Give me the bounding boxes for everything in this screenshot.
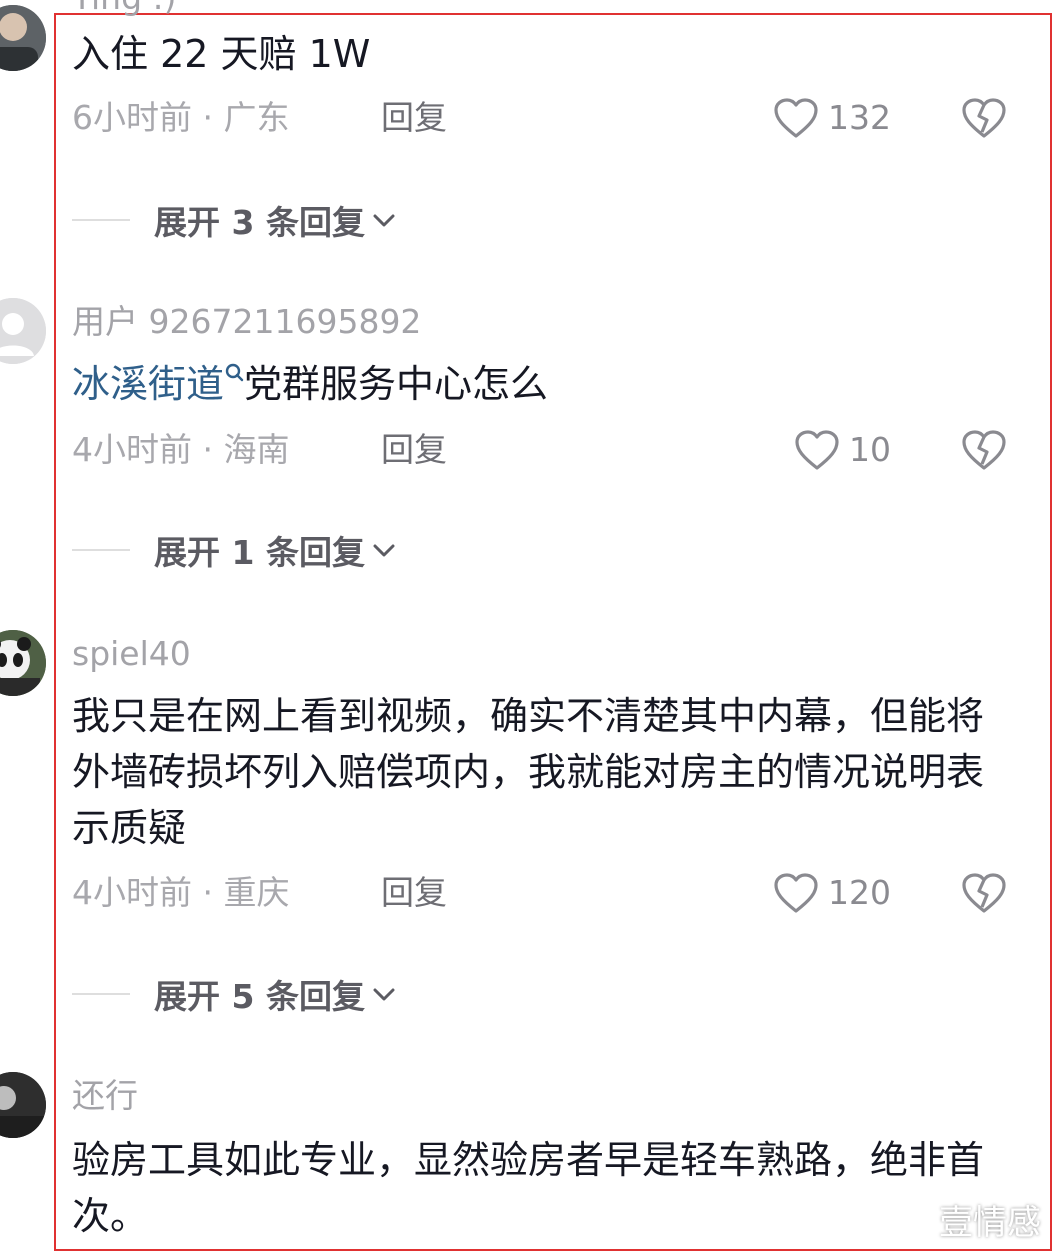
- default-avatar-icon: [0, 298, 46, 364]
- partial-username: Ying :): [72, 0, 177, 18]
- avatar[interactable]: [0, 5, 46, 71]
- expand-replies[interactable]: 展开 5 条回复: [72, 972, 399, 1016]
- broken-heart-icon[interactable]: [960, 96, 1008, 140]
- like-count: 10: [849, 430, 891, 469]
- divider: [72, 219, 130, 221]
- expand-replies-label: 展开 1 条回复: [154, 533, 365, 572]
- comment-text: 入住 22 天赔 1W: [72, 32, 371, 76]
- comment-text: 冰溪街道 党群服务中心怎么: [72, 356, 992, 412]
- reply-button[interactable]: 回复: [381, 430, 447, 470]
- expand-replies-label: 展开 3 条回复: [154, 203, 365, 242]
- panda-avatar-image: [0, 630, 46, 696]
- comment-time: 4小时前: [72, 430, 192, 469]
- comment-text-rest: 党群服务中心怎么: [244, 362, 549, 406]
- chevron-down-icon: [373, 214, 395, 227]
- comment-location: 重庆: [223, 873, 290, 912]
- avatar[interactable]: [0, 1072, 46, 1138]
- meta-separator: ·: [192, 430, 224, 469]
- comment-meta: 6小时前 · 广东: [72, 98, 289, 138]
- like-button[interactable]: 10: [793, 428, 891, 472]
- broken-heart-icon[interactable]: [960, 428, 1008, 472]
- heart-icon: [795, 430, 839, 470]
- comment-username[interactable]: 用户 9267211695892: [72, 302, 421, 342]
- comment-time: 6小时前: [72, 98, 192, 137]
- avatar[interactable]: [0, 630, 46, 696]
- meta-separator: ·: [192, 98, 224, 137]
- like-button[interactable]: 120: [772, 871, 891, 915]
- comment-time: 4小时前: [72, 873, 192, 912]
- search-icon: [225, 363, 244, 382]
- comment-username[interactable]: 还行: [72, 1076, 138, 1116]
- expand-replies[interactable]: 展开 1 条回复: [72, 528, 399, 572]
- like-count: 132: [828, 98, 891, 137]
- comment-meta: 4小时前 · 重庆: [72, 873, 289, 913]
- chevron-down-icon: [373, 544, 395, 557]
- comment-location: 海南: [223, 430, 290, 469]
- divider: [72, 993, 130, 995]
- divider: [72, 549, 130, 551]
- like-count: 120: [828, 873, 891, 912]
- heart-icon: [774, 98, 818, 138]
- comment-location: 广东: [223, 98, 290, 137]
- comment-meta: 4小时前 · 海南: [72, 430, 289, 470]
- avatar-image: [0, 1072, 46, 1138]
- comment-text: 验房工具如此专业，显然验房者早是轻车熟路，绝非首次。: [72, 1138, 985, 1238]
- meta-separator: ·: [192, 873, 224, 912]
- avatar-image: [0, 5, 46, 71]
- watermark: 壹情感: [939, 1203, 1041, 1243]
- broken-heart-icon[interactable]: [960, 871, 1008, 915]
- comment-text: 我只是在网上看到视频，确实不清楚其中内幕，但能将外墙砖损坏列入赔偿项内，我就能对…: [72, 694, 985, 850]
- like-button[interactable]: 132: [772, 96, 891, 140]
- comment-username[interactable]: spiel40: [72, 634, 191, 674]
- heart-icon: [774, 873, 818, 913]
- expand-replies-label: 展开 5 条回复: [154, 977, 365, 1016]
- chevron-down-icon: [373, 988, 395, 1001]
- location-link[interactable]: 冰溪街道: [72, 362, 224, 406]
- expand-replies[interactable]: 展开 3 条回复: [72, 198, 399, 242]
- avatar[interactable]: [0, 298, 46, 364]
- reply-button[interactable]: 回复: [381, 873, 447, 913]
- reply-button[interactable]: 回复: [381, 98, 447, 138]
